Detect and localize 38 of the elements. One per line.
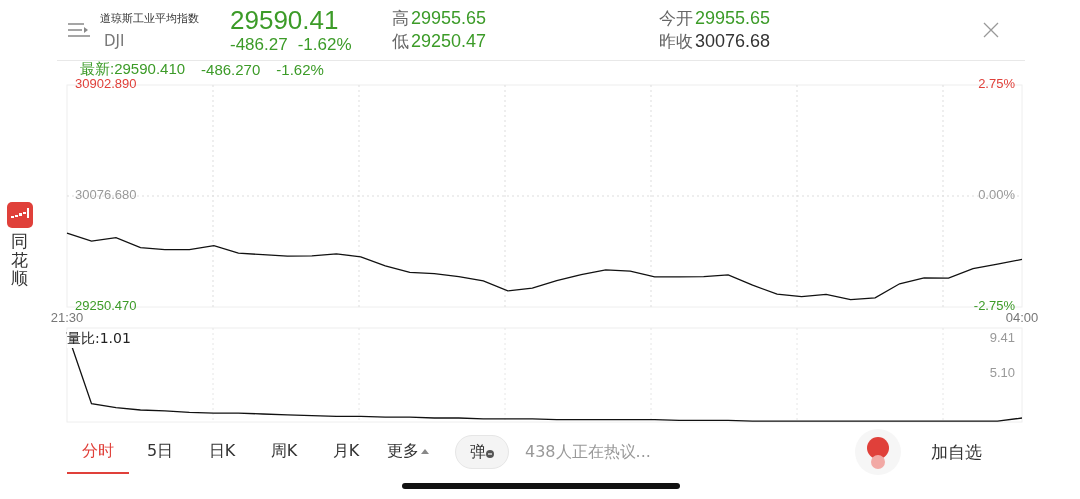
price-change: -486.27 xyxy=(230,35,288,55)
app-name[interactable]: 同花顺 xyxy=(11,232,28,289)
avatar-icon[interactable] xyxy=(855,429,901,475)
caret-icon xyxy=(421,448,429,454)
stat-value: 30076.68 xyxy=(695,31,771,52)
app-logo-icon[interactable] xyxy=(6,202,33,228)
minus-badge-icon xyxy=(486,450,494,458)
stat-label: 昨收 xyxy=(659,30,693,53)
volume-axis-label: 5.10 xyxy=(989,364,1015,380)
latest-price: 最新:29590.410 xyxy=(80,59,186,79)
current-price: 29590.41 xyxy=(230,5,340,35)
stat-value: 29955.65 xyxy=(411,8,487,29)
period-tab[interactable]: 周K xyxy=(253,430,315,474)
price-axis-label: 30076.680 xyxy=(75,187,137,203)
stat-label: 今开 xyxy=(659,7,693,30)
period-tab[interactable]: 月K xyxy=(315,430,377,474)
latest-percent: -1.62% xyxy=(276,60,324,78)
danmaku-button[interactable]: 弹 xyxy=(455,435,509,469)
change-percent: -1.62% xyxy=(297,35,352,55)
menu-icon[interactable] xyxy=(68,23,90,37)
period-tab[interactable]: 5日 xyxy=(129,430,191,474)
percent-axis-label: 0.00% xyxy=(978,187,1015,203)
stat-value: 29955.65 xyxy=(695,8,771,29)
stat-value: 29250.47 xyxy=(411,31,487,52)
more-tab[interactable]: 更多 xyxy=(377,430,439,474)
volume-axis-label: 9.41 xyxy=(989,330,1015,345)
stat-label: 低 xyxy=(392,30,409,53)
latest-change: -486.270 xyxy=(201,60,261,78)
period-tab[interactable]: 日K xyxy=(191,430,253,474)
price-axis-label: 30902.890 xyxy=(75,76,137,92)
close-icon[interactable] xyxy=(983,22,999,38)
percent-axis-label: 2.75% xyxy=(978,76,1015,92)
period-tab[interactable]: 分时 xyxy=(67,430,129,474)
volume-ratio-label: 量比:1.01 xyxy=(67,330,131,348)
add-watchlist-button[interactable]: 加自选 xyxy=(925,439,988,465)
index-name: 道琼斯工业平均指数 xyxy=(100,10,200,26)
index-code: DJI xyxy=(103,31,126,50)
stat-label: 高 xyxy=(392,7,409,30)
